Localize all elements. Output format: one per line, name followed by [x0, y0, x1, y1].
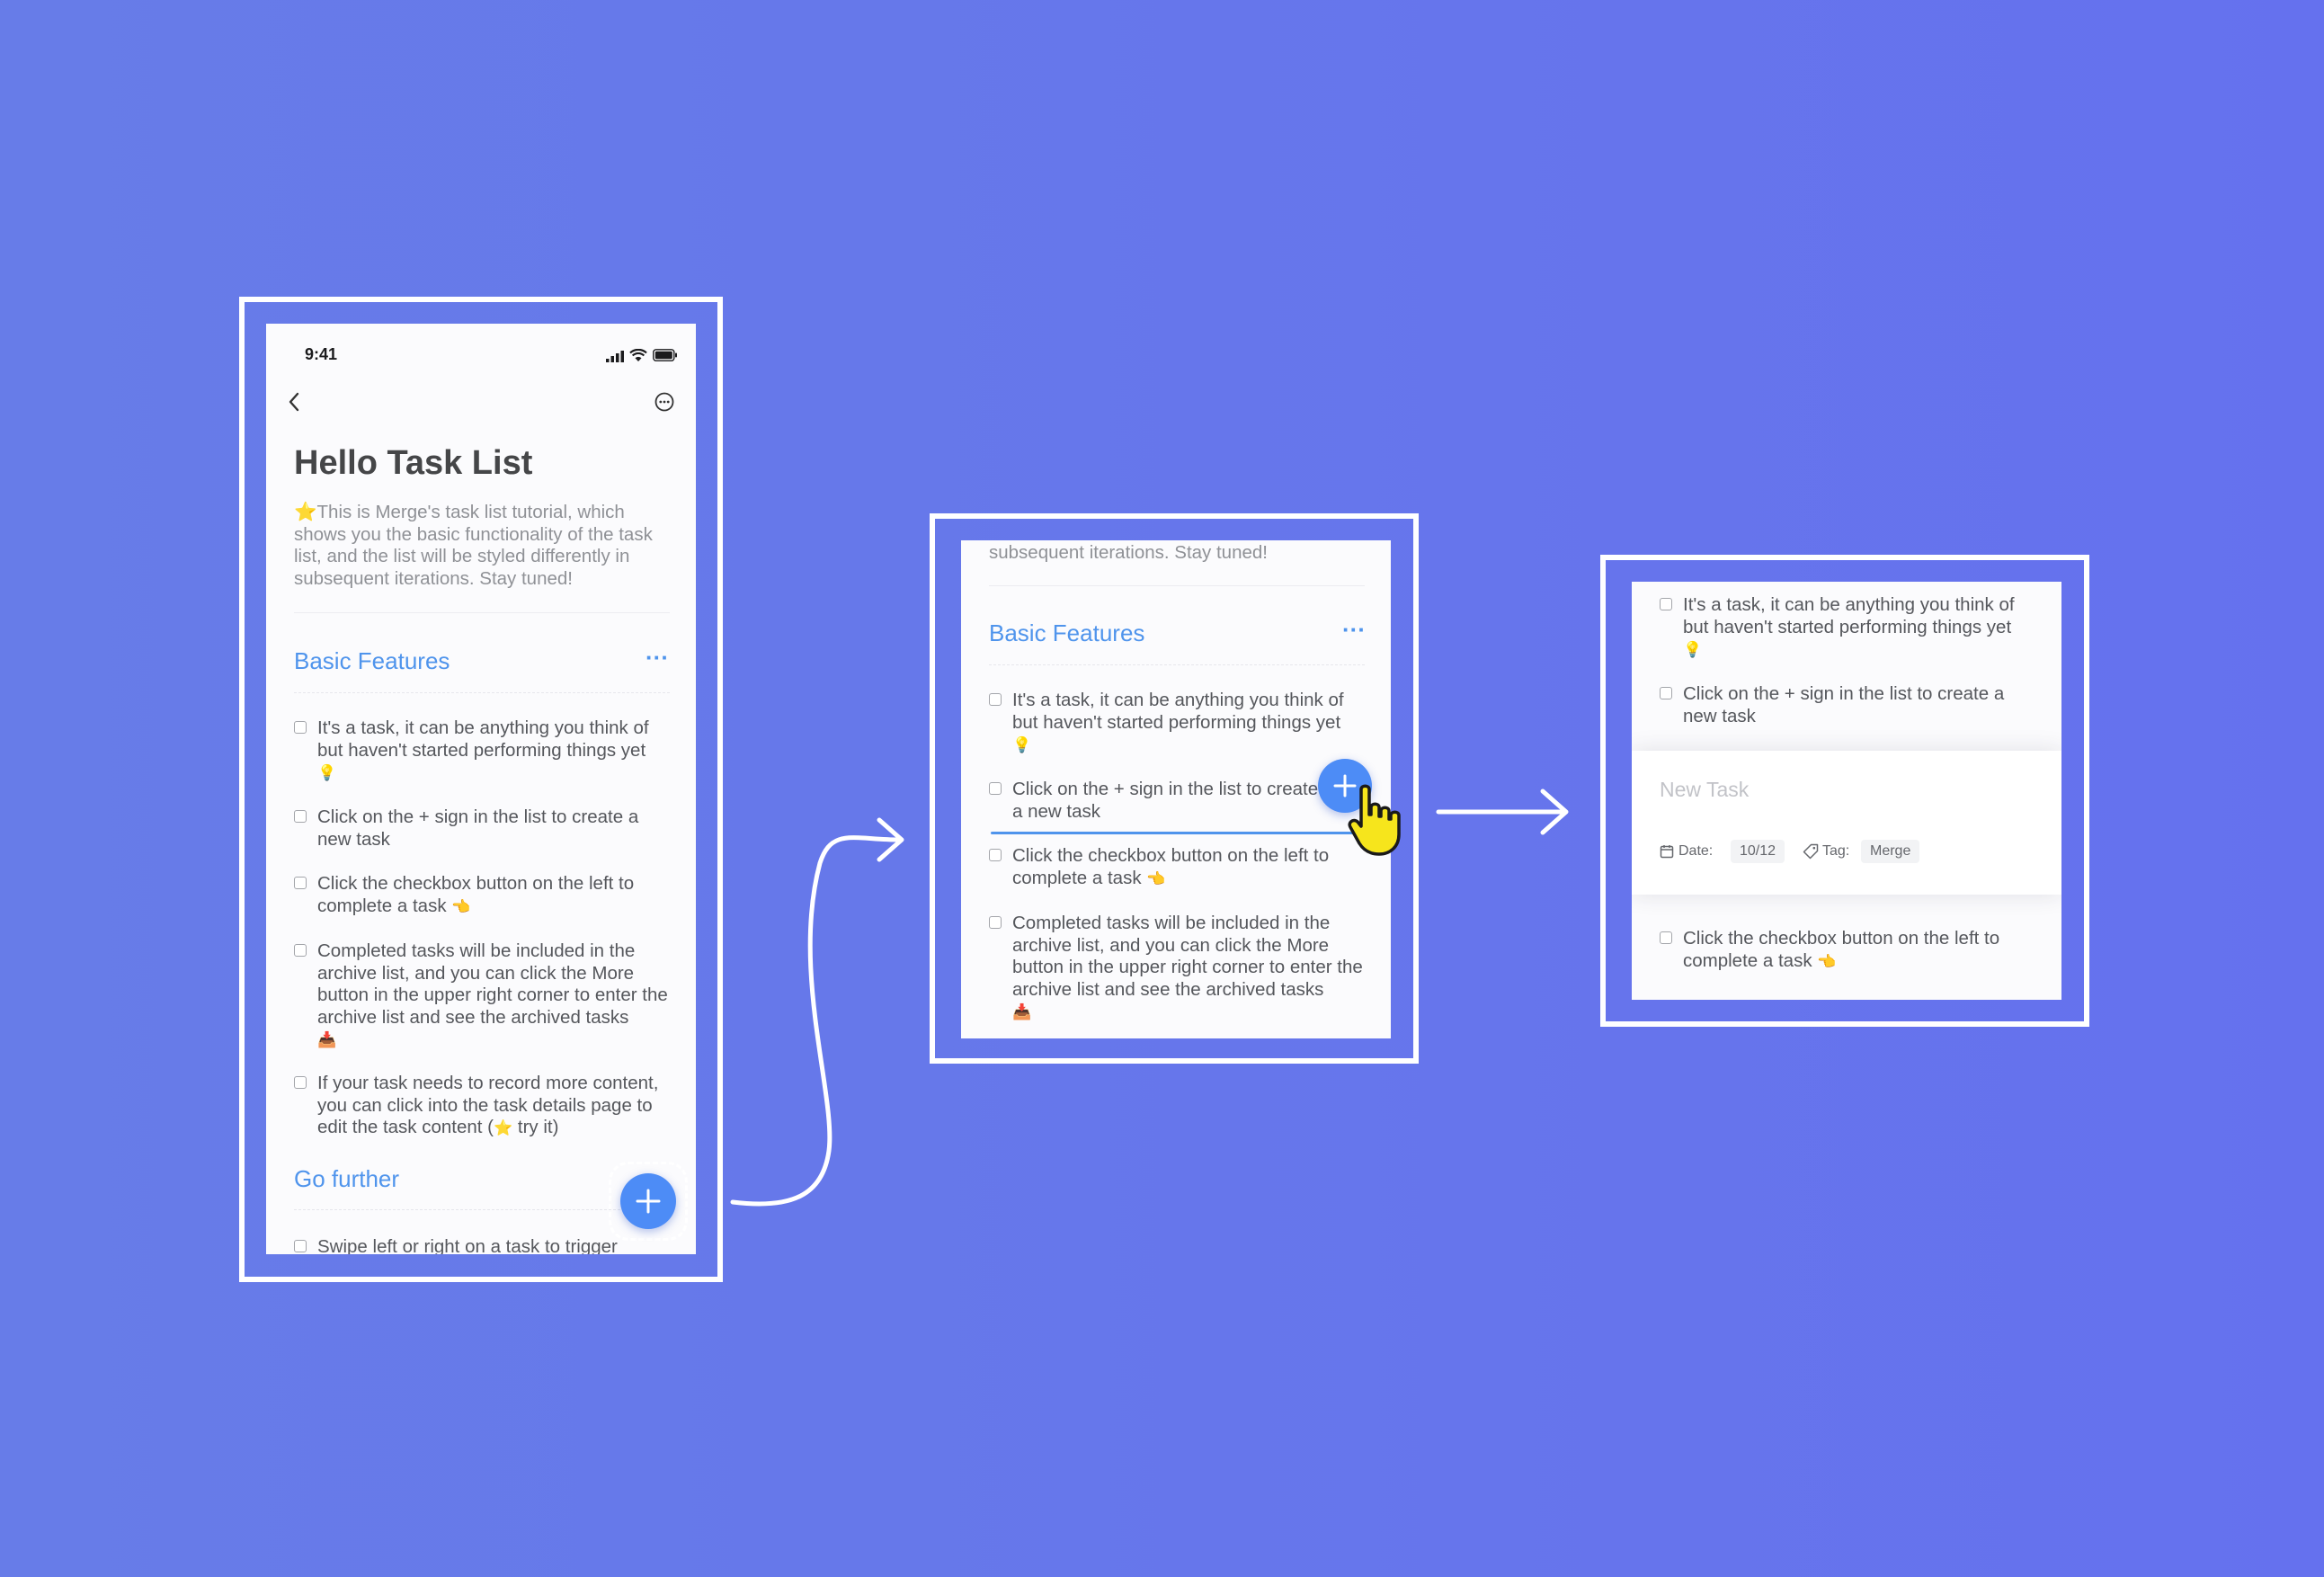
- task-text: Click on the + sign in the list to creat…: [1012, 779, 1319, 822]
- task-item[interactable]: Swipe left or right on a task to trigger: [317, 1236, 670, 1254]
- task-checkbox[interactable]: [989, 782, 1002, 795]
- pointing-hand-emoji: 👈: [1817, 952, 1837, 970]
- calendar-icon: [1660, 845, 1674, 859]
- task-text: Completed tasks will be included in the …: [1012, 913, 1363, 1000]
- lightbulb-emoji: 💡: [1012, 736, 1032, 753]
- task-item[interactable]: Click on the + sign in the list to creat…: [1683, 683, 2043, 727]
- section-title-basic-features[interactable]: Basic Features: [294, 647, 450, 675]
- date-label: Date:: [1678, 843, 1714, 859]
- pointing-hand-emoji: 👈: [451, 897, 471, 915]
- tag-chip[interactable]: Merge: [1861, 840, 1920, 863]
- tag-icon: [1803, 843, 1819, 860]
- section-more-icon[interactable]: ···: [646, 644, 669, 672]
- plus-icon: [636, 1189, 661, 1214]
- task-checkbox[interactable]: [1660, 687, 1672, 699]
- lightbulb-emoji: 💡: [1683, 641, 1703, 658]
- task-item[interactable]: Click the checkbox button on the left to…: [317, 873, 670, 917]
- star-emoji: ⭐: [494, 1119, 513, 1136]
- tag-label: Tag:: [1822, 843, 1850, 859]
- task-text: Completed tasks will be included in the …: [317, 940, 668, 1028]
- more-options-icon[interactable]: [654, 392, 674, 412]
- task-item[interactable]: Click the checkbox button on the left to…: [1683, 928, 2043, 972]
- lightbulb-emoji: 💡: [317, 764, 337, 781]
- new-task-card: New Task Date: 10/12 Tag: Merge: [1632, 751, 2061, 895]
- task-item[interactable]: Completed tasks will be included in the …: [1012, 913, 1372, 1023]
- section-title-basic-features[interactable]: Basic Features: [989, 619, 1144, 647]
- new-task-input[interactable]: New Task: [1660, 778, 1749, 802]
- add-task-button[interactable]: [620, 1173, 676, 1229]
- task-checkbox[interactable]: [294, 1240, 307, 1252]
- task-item[interactable]: Click the checkbox button on the left to…: [1012, 845, 1372, 889]
- task-text: It's a task, it can be anything you thin…: [1683, 594, 2015, 637]
- task-text: It's a task, it can be anything you thin…: [317, 717, 649, 761]
- task-text: try it): [512, 1117, 559, 1137]
- flow-arrow-right-icon: [1436, 788, 1569, 835]
- task-checkbox[interactable]: [294, 877, 307, 889]
- task-text: It's a task, it can be anything you thin…: [1012, 690, 1344, 733]
- status-time: 9:41: [305, 345, 338, 363]
- task-item[interactable]: If your task needs to record more conten…: [317, 1073, 677, 1139]
- task-text: Click the checkbox button on the left to…: [1012, 845, 1330, 888]
- task-checkbox[interactable]: [1660, 598, 1672, 610]
- page-title: Hello Task List: [294, 444, 533, 482]
- task-checkbox[interactable]: [989, 916, 1002, 929]
- divider: [294, 612, 670, 613]
- flow-arrow-curved-icon: [730, 817, 904, 1207]
- task-checkbox[interactable]: [294, 944, 307, 957]
- task-text: Click on the + sign in the list to creat…: [317, 806, 639, 850]
- task-item[interactable]: It's a task, it can be anything you thin…: [1012, 690, 1372, 756]
- task-text: Click the checkbox button on the left to…: [1683, 928, 2000, 971]
- new-task-screen: It's a task, it can be anything you thin…: [1632, 582, 2061, 1000]
- date-chip[interactable]: 10/12: [1731, 840, 1785, 863]
- drop-indicator-line: [991, 832, 1373, 834]
- task-item[interactable]: Click on the + sign in the list to creat…: [317, 806, 670, 851]
- task-checkbox[interactable]: [294, 721, 307, 734]
- section-title-go-further[interactable]: Go further: [294, 1165, 399, 1193]
- task-checkbox[interactable]: [294, 1076, 307, 1089]
- task-checkbox[interactable]: [989, 693, 1002, 706]
- divider: [989, 585, 1365, 586]
- inbox-emoji: 📥: [1012, 1003, 1032, 1020]
- task-item[interactable]: It's a task, it can be anything you thin…: [317, 717, 670, 784]
- page-description: ⭐This is Merge's task list tutorial, whi…: [294, 502, 670, 590]
- description-text: This is Merge's task list tutorial, whic…: [294, 502, 653, 589]
- divider: [989, 664, 1365, 665]
- star-emoji: ⭐: [294, 502, 317, 522]
- description-tail: subsequent iterations. Stay tuned!: [989, 542, 1268, 563]
- task-item[interactable]: It's a task, it can be anything you thin…: [1683, 594, 2043, 661]
- task-list-screen: 9:41 Hello Task List ⭐This is Merge's ta…: [266, 324, 696, 1254]
- signal-icon: [606, 351, 624, 362]
- task-item[interactable]: Click on the + sign in the list to creat…: [1012, 779, 1331, 823]
- task-text: Swipe left or right on a task to trigger: [317, 1236, 618, 1254]
- back-chevron-icon[interactable]: [287, 391, 301, 413]
- section-more-icon[interactable]: ···: [1342, 616, 1366, 644]
- battery-icon: [653, 349, 677, 361]
- task-text: Click on the + sign in the list to creat…: [1683, 683, 2005, 726]
- divider: [294, 692, 670, 693]
- task-text: Click the checkbox button on the left to…: [317, 873, 635, 916]
- pointing-hand-emoji: 👈: [1146, 869, 1166, 887]
- task-checkbox[interactable]: [294, 810, 307, 823]
- task-checkbox[interactable]: [989, 849, 1002, 861]
- task-checkbox[interactable]: [1660, 931, 1672, 944]
- inbox-emoji: 📥: [317, 1031, 337, 1048]
- hand-cursor-icon: [1348, 784, 1401, 856]
- task-text: If your task needs to record more conten…: [317, 1073, 659, 1137]
- wifi-icon: [629, 349, 647, 361]
- task-item[interactable]: Completed tasks will be included in the …: [317, 940, 670, 1051]
